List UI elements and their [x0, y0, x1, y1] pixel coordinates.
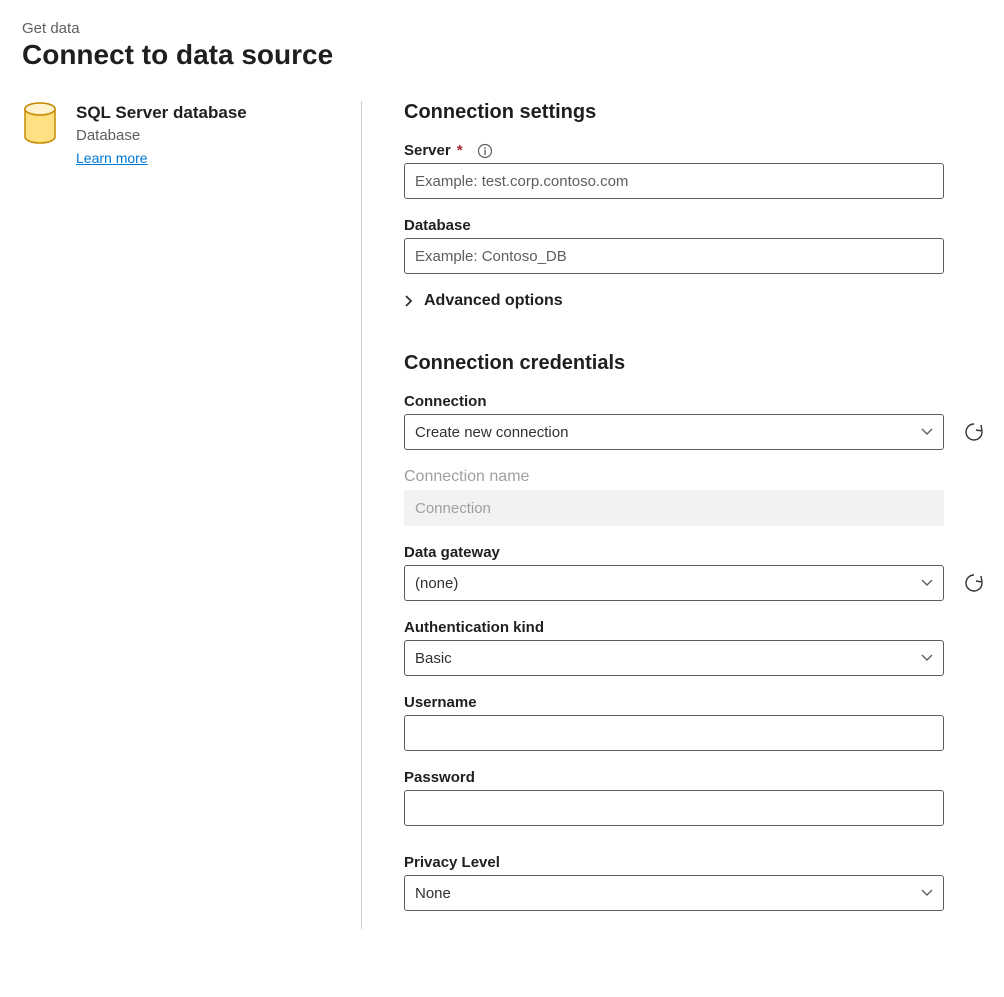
password-input[interactable]	[404, 790, 944, 826]
connection-select-value: Create new connection	[415, 424, 568, 441]
server-input[interactable]	[404, 163, 944, 199]
data-source-card: SQL Server database Database Learn more	[22, 101, 341, 166]
username-label: Username	[404, 694, 988, 711]
source-subtitle: Database	[76, 127, 341, 144]
database-input[interactable]	[404, 238, 944, 274]
connection-label: Connection	[404, 393, 988, 410]
learn-more-link[interactable]: Learn more	[76, 150, 148, 166]
database-label: Database	[404, 217, 988, 234]
gateway-refresh-button[interactable]	[960, 569, 988, 597]
authentication-kind-value: Basic	[415, 650, 452, 667]
refresh-icon	[963, 572, 985, 594]
privacy-level-label: Privacy Level	[404, 854, 988, 871]
refresh-icon	[963, 421, 985, 443]
page-title: Connect to data source	[22, 39, 982, 71]
authentication-kind-select[interactable]: Basic	[404, 640, 944, 676]
source-title: SQL Server database	[76, 101, 341, 125]
required-indicator: *	[457, 142, 463, 159]
data-gateway-select[interactable]: (none)	[404, 565, 944, 601]
breadcrumb: Get data	[22, 20, 982, 37]
connection-refresh-button[interactable]	[960, 418, 988, 446]
connection-name-label: Connection name	[404, 468, 988, 486]
data-gateway-label: Data gateway	[404, 544, 988, 561]
password-label: Password	[404, 769, 988, 786]
authentication-kind-label: Authentication kind	[404, 619, 988, 636]
database-icon	[22, 101, 62, 166]
privacy-level-select[interactable]: None	[404, 875, 944, 911]
connection-name-input	[404, 490, 944, 526]
data-gateway-select-value: (none)	[415, 575, 458, 592]
connection-select[interactable]: Create new connection	[404, 414, 944, 450]
username-input[interactable]	[404, 715, 944, 751]
chevron-right-icon	[404, 294, 414, 308]
server-label: Server *	[404, 142, 988, 159]
advanced-options-toggle[interactable]: Advanced options	[404, 292, 988, 310]
connection-settings-heading: Connection settings	[404, 101, 988, 124]
privacy-level-value: None	[415, 885, 451, 902]
advanced-options-label: Advanced options	[424, 292, 563, 310]
info-icon[interactable]	[477, 143, 493, 159]
connection-credentials-heading: Connection credentials	[404, 352, 988, 375]
server-label-text: Server	[404, 142, 451, 159]
